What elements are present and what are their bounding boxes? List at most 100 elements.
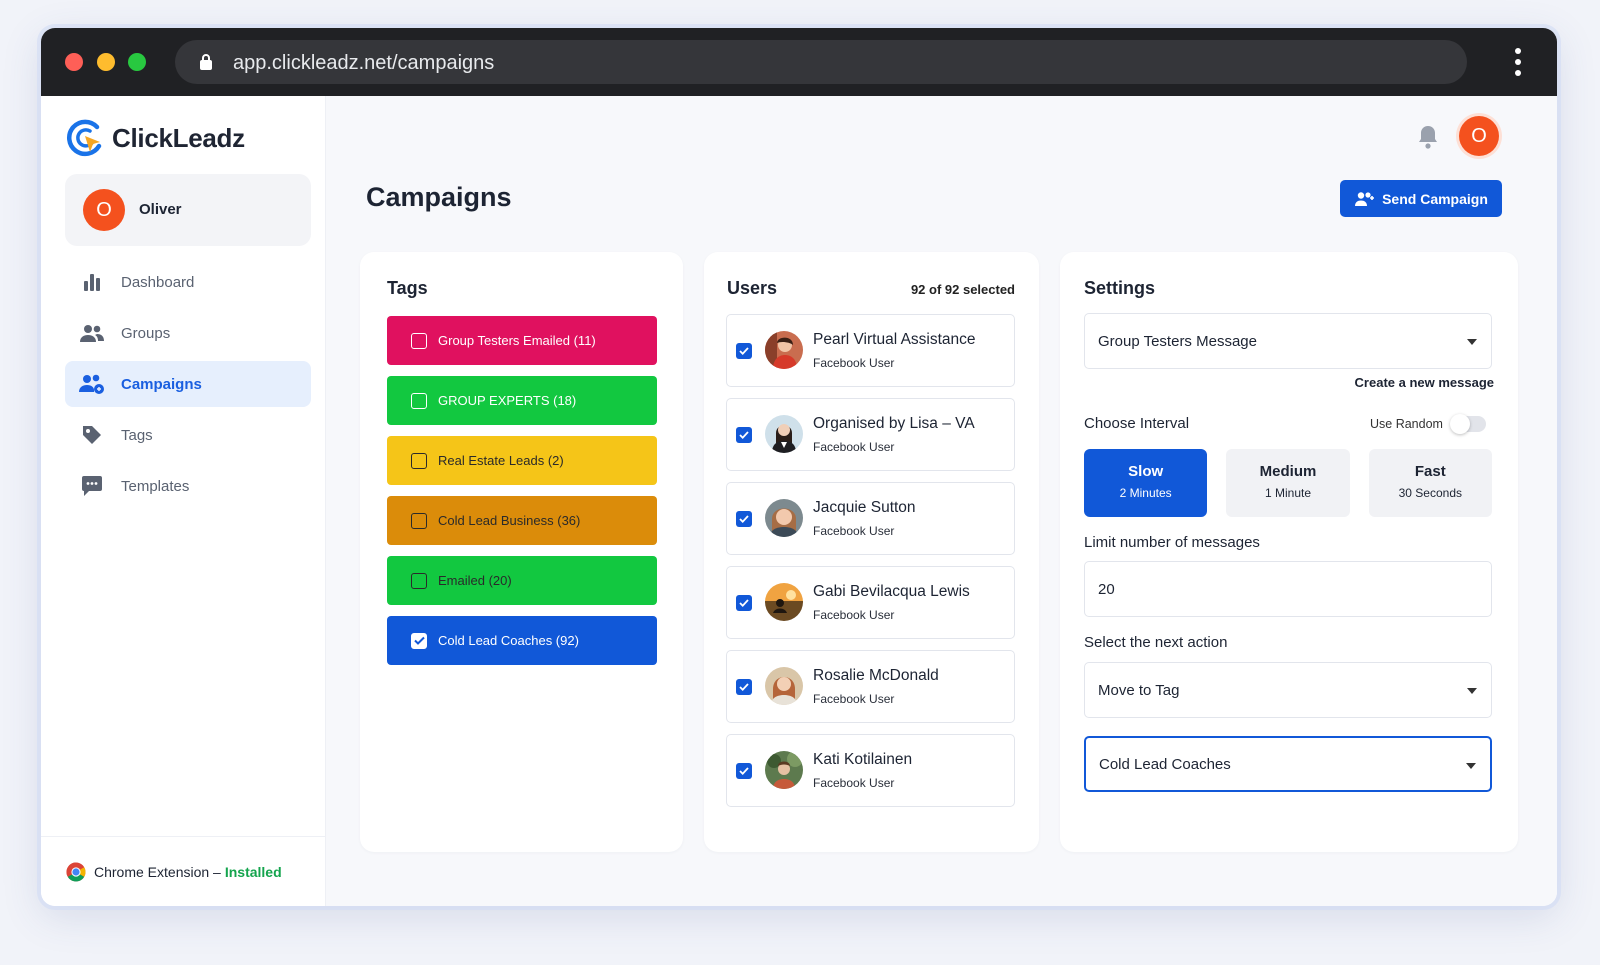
user-subtitle: Facebook User [813, 776, 895, 790]
minimize-window-button[interactable] [97, 53, 115, 71]
avatar: O [83, 189, 125, 231]
sidebar-item-dashboard[interactable]: Dashboard [65, 259, 311, 305]
tag-checkbox[interactable] [411, 332, 427, 349]
user-checkbox[interactable] [736, 595, 752, 611]
user-row[interactable]: Jacquie Sutton Facebook User [726, 482, 1015, 555]
sidebar-nav: Dashboard Groups Campaigns Tags Template… [65, 259, 311, 514]
target-tag-select[interactable]: Cold Lead Coaches [1084, 736, 1492, 792]
users-add-icon [1355, 191, 1375, 206]
tag-label: Emailed (20) [438, 573, 512, 588]
user-row[interactable]: Pearl Virtual Assistance Facebook User [726, 314, 1015, 387]
user-checkbox[interactable] [736, 763, 752, 779]
maximize-window-button[interactable] [128, 53, 146, 71]
user-checkbox[interactable] [736, 679, 752, 695]
users-title: Users [727, 278, 778, 298]
user-avatar [765, 499, 803, 537]
tag-item[interactable]: Cold Lead Business (36) [387, 496, 657, 545]
tags-title: Tags [387, 278, 428, 298]
close-window-button[interactable] [65, 53, 83, 71]
browser-toolbar: app.clickleadz.net/campaigns [41, 28, 1557, 96]
settings-title: Settings [1084, 278, 1156, 298]
next-action-value: Move to Tag [1098, 681, 1180, 699]
tag-checkbox[interactable] [411, 392, 427, 409]
tag-checkbox[interactable] [411, 512, 427, 529]
tag-checkbox[interactable] [411, 452, 427, 469]
bar-chart-icon [79, 271, 105, 293]
browser-menu-icon[interactable] [1515, 48, 1521, 76]
tag-item[interactable]: GROUP EXPERTS (18) [387, 376, 657, 425]
limit-input[interactable]: 20 [1084, 561, 1492, 617]
limit-label: Limit number of messages [1084, 534, 1260, 551]
tag-label: Cold Lead Business (36) [438, 513, 581, 528]
tag-checkbox[interactable] [411, 632, 427, 649]
clickleadz-logo-icon [66, 119, 102, 157]
tag-item[interactable]: Group Testers Emailed (11) [387, 316, 657, 365]
user-checkbox[interactable] [736, 427, 752, 443]
tag-icon [79, 424, 105, 446]
message-select[interactable]: Group Testers Message [1084, 313, 1492, 369]
main-content: O Campaigns Send Campaign Tags Group Tes… [326, 96, 1557, 906]
user-row[interactable]: Kati Kotilainen Facebook User [726, 734, 1015, 807]
tag-item[interactable]: Emailed (20) [387, 556, 657, 605]
profile-avatar[interactable]: O [1459, 116, 1499, 156]
user-name: Organised by Lisa – VA [813, 415, 975, 432]
settings-panel: Settings Group Testers Message Create a … [1060, 252, 1518, 852]
user-avatar [765, 331, 803, 369]
url-text: app.clickleadz.net/campaigns [233, 52, 495, 74]
interval-title: Medium [1259, 463, 1317, 480]
user-subtitle: Facebook User [813, 608, 895, 622]
interval-title: Slow [1128, 463, 1164, 480]
tag-item[interactable]: Real Estate Leads (2) [387, 436, 657, 485]
interval-slow-button[interactable]: Slow 2 Minutes [1084, 449, 1208, 517]
user-name: Gabi Bevilacqua Lewis [813, 583, 970, 600]
user-row[interactable]: Rosalie McDonald Facebook User [726, 650, 1015, 723]
tag-label: GROUP EXPERTS (18) [438, 393, 577, 408]
interval-fast-button[interactable]: Fast 30 Seconds [1368, 449, 1492, 517]
sidebar-item-templates[interactable]: Templates [65, 463, 311, 509]
tag-checkbox[interactable] [411, 572, 427, 589]
sidebar-item-groups[interactable]: Groups [65, 310, 311, 356]
tag-item[interactable]: Cold Lead Coaches (92) [387, 616, 657, 665]
use-random-toggle[interactable] [1450, 414, 1486, 434]
interval-label: Choose Interval [1084, 415, 1190, 432]
extension-status: Chrome Extension – Installed [41, 836, 326, 906]
bell-icon[interactable] [1417, 124, 1439, 150]
browser-window: app.clickleadz.net/campaigns ClickLeadz … [41, 28, 1557, 906]
user-avatar [765, 415, 803, 453]
create-message-link[interactable]: Create a new message [1355, 375, 1494, 390]
sidebar-item-label: Tags [121, 426, 153, 444]
user-row[interactable]: Gabi Bevilacqua Lewis Facebook User [726, 566, 1015, 639]
tag-label: Group Testers Emailed (11) [438, 333, 596, 348]
use-random-label: Use Random [1370, 417, 1443, 431]
tag-label: Real Estate Leads (2) [438, 453, 564, 468]
user-avatar [765, 751, 803, 789]
user-list: Pearl Virtual Assistance Facebook User O… [726, 314, 1015, 818]
user-subtitle: Facebook User [813, 440, 895, 454]
sidebar-item-campaigns[interactable]: Campaigns [65, 361, 311, 407]
user-checkbox[interactable] [736, 343, 752, 359]
group-icon [79, 322, 105, 344]
sidebar-item-label: Campaigns [121, 375, 202, 393]
user-checkbox[interactable] [736, 511, 752, 527]
user-row[interactable]: Organised by Lisa – VA Facebook User [726, 398, 1015, 471]
user-name: Kati Kotilainen [813, 751, 913, 768]
sidebar-item-tags[interactable]: Tags [65, 412, 311, 458]
interval-medium-button[interactable]: Medium 1 Minute [1226, 449, 1350, 517]
chat-bubble-icon [79, 475, 105, 497]
chrome-icon [66, 862, 86, 882]
next-action-select[interactable]: Move to Tag [1084, 662, 1492, 718]
campaign-users-icon [79, 373, 105, 395]
address-bar[interactable]: app.clickleadz.net/campaigns [175, 40, 1467, 84]
selected-count: 92 of 92 selected [910, 282, 1015, 297]
interval-options: Slow 2 Minutes Medium 1 Minute Fast 30 S… [1084, 449, 1492, 517]
user-avatar [765, 583, 803, 621]
chevron-down-icon [1466, 763, 1476, 769]
interval-subtitle: 1 Minute [1264, 486, 1311, 500]
user-card[interactable]: O Oliver [65, 174, 311, 246]
chevron-down-icon [1467, 339, 1477, 345]
send-campaign-button[interactable]: Send Campaign [1340, 180, 1502, 217]
logo[interactable]: ClickLeadz [66, 118, 245, 158]
sidebar-item-label: Groups [121, 324, 171, 342]
message-select-value: Group Testers Message [1098, 332, 1257, 350]
user-subtitle: Facebook User [813, 356, 895, 370]
